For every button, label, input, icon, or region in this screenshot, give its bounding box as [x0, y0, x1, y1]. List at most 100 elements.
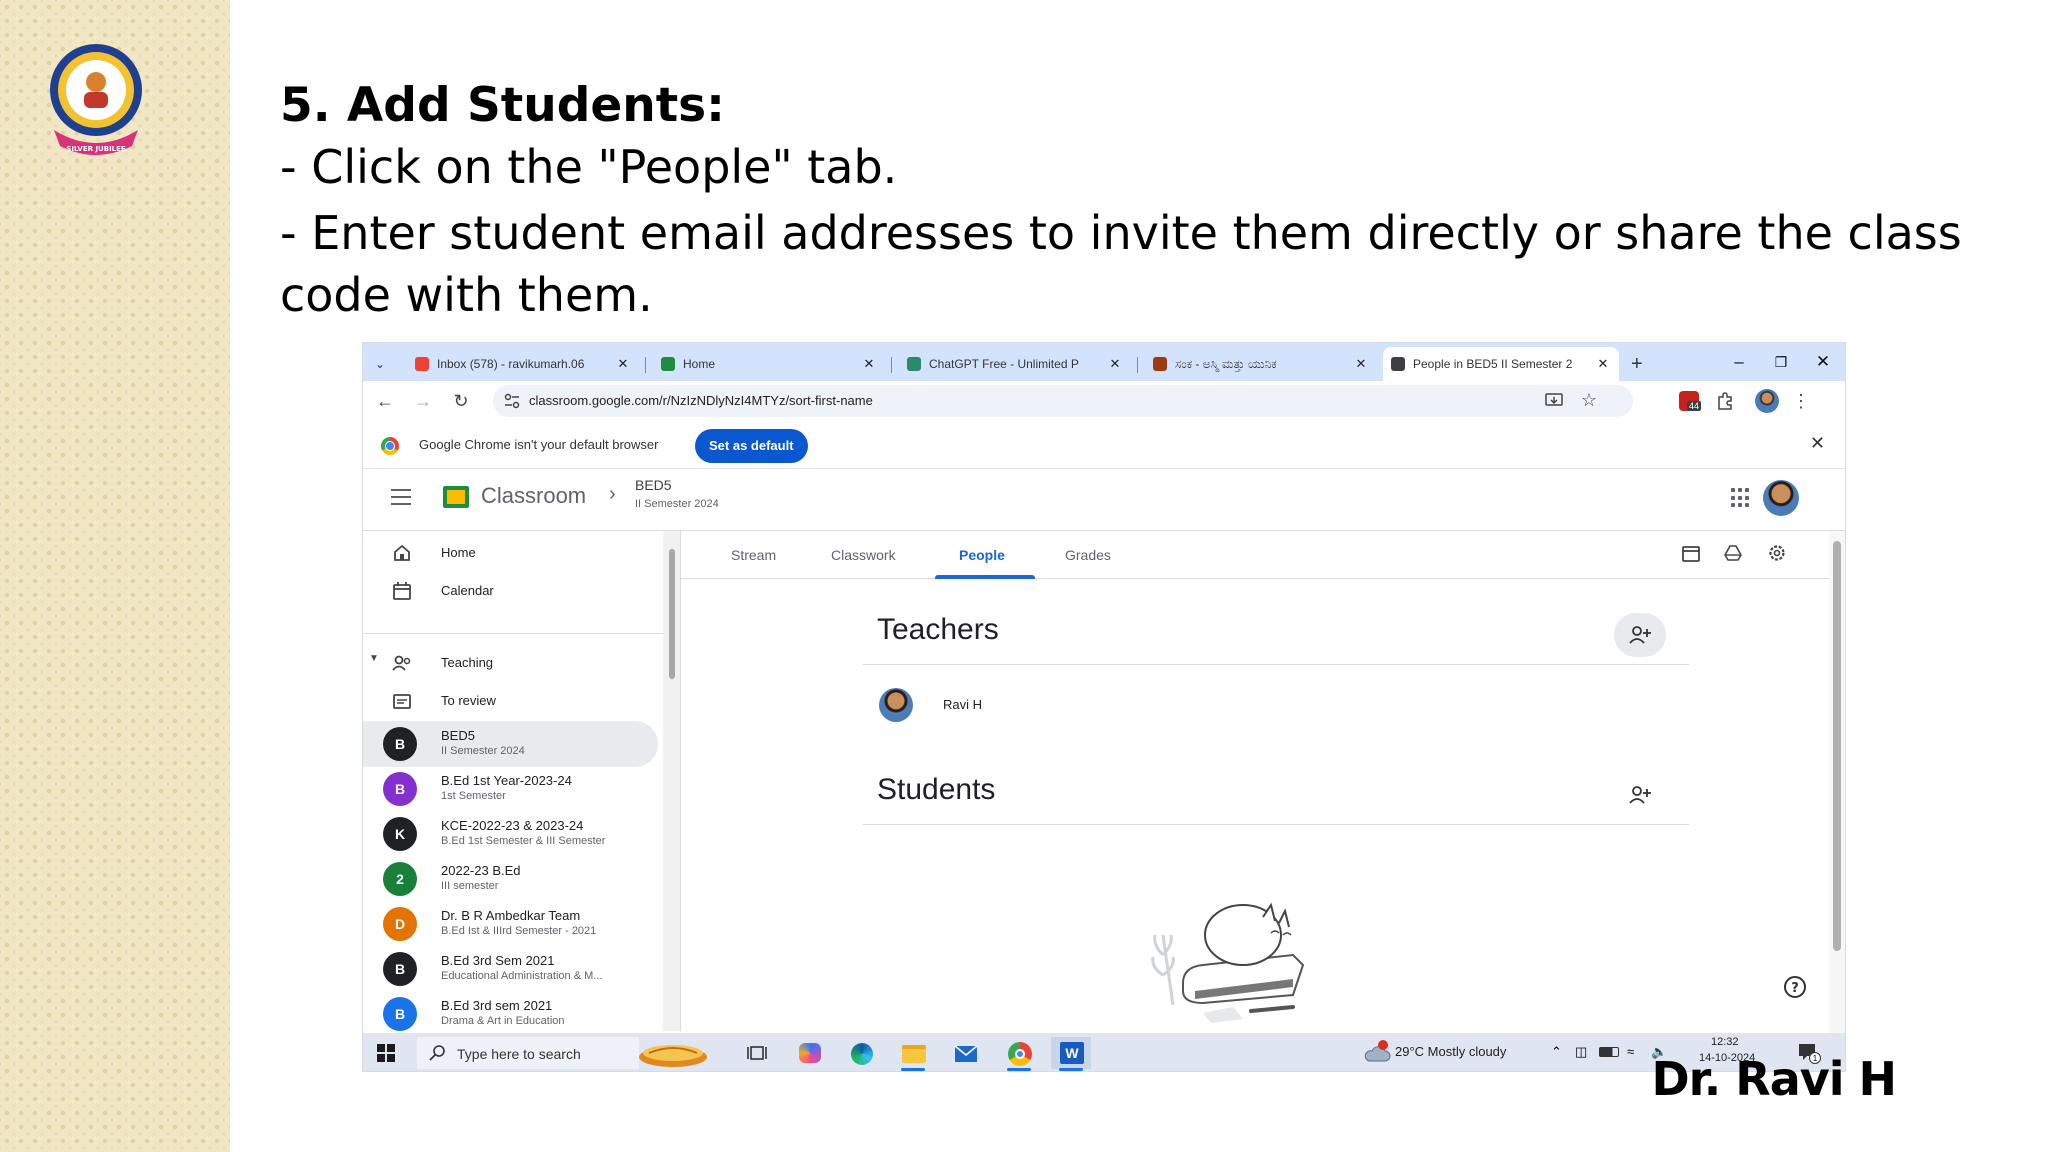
- help-icon[interactable]: ?: [1783, 975, 1807, 999]
- class-avatar: B: [383, 997, 417, 1031]
- breadcrumb-class-section: II Semester 2024: [635, 498, 719, 510]
- extension-icon[interactable]: 44: [1679, 391, 1702, 411]
- search-icon: [429, 1045, 445, 1061]
- settings-gear-icon[interactable]: [1767, 543, 1787, 563]
- calendar-icon[interactable]: [1681, 543, 1701, 563]
- tab-title: ಸಂಕ - ಅಸ್ಮಿ ಮತ್ತು ಯುನಿಕ: [1175, 356, 1277, 371]
- sidebar-class-item[interactable]: B B.Ed 3rd sem 2021 Drama & Art in Educa…: [363, 991, 658, 1031]
- restore-button[interactable]: ❐: [1761, 347, 1801, 377]
- invite-teacher-button[interactable]: [1614, 613, 1666, 657]
- tab-search-button[interactable]: ⌄: [367, 347, 397, 381]
- classroom-logo-icon[interactable]: [443, 486, 469, 508]
- caret-down-icon[interactable]: ▼: [369, 653, 379, 664]
- extensions-puzzle-icon[interactable]: [1715, 391, 1735, 411]
- active-tab-indicator: [935, 575, 1035, 579]
- close-icon[interactable]: ✕: [615, 356, 631, 372]
- forward-button[interactable]: →: [409, 387, 437, 415]
- sidebar-item-to-review[interactable]: To review: [363, 679, 658, 723]
- slide-title: 5. Add Students:: [280, 78, 725, 133]
- account-avatar[interactable]: [1763, 480, 1799, 516]
- tab-separator: [891, 357, 892, 373]
- search-placeholder: Type here to search: [457, 1046, 581, 1062]
- chrome-taskbar-button[interactable]: [999, 1037, 1039, 1071]
- profile-avatar[interactable]: [1755, 389, 1779, 413]
- file-explorer-button[interactable]: [893, 1037, 933, 1071]
- invite-students-button[interactable]: [1614, 773, 1666, 817]
- close-icon[interactable]: ✕: [1810, 433, 1825, 454]
- windows-start-icon[interactable]: [377, 1044, 395, 1062]
- google-apps-icon[interactable]: [1731, 488, 1751, 508]
- battery-icon[interactable]: [1599, 1047, 1619, 1057]
- tab-title: Home: [683, 357, 716, 371]
- breadcrumb-class-name[interactable]: BED5: [635, 477, 672, 493]
- task-view-button[interactable]: [737, 1037, 777, 1069]
- sidebar-class-item[interactable]: D Dr. B R Ambedkar Team B.Ed Ist & IIIrd…: [363, 901, 658, 947]
- close-icon[interactable]: ✕: [1107, 356, 1123, 372]
- browser-tab[interactable]: Home ✕: [653, 347, 885, 381]
- word-taskbar-button[interactable]: W: [1051, 1037, 1091, 1071]
- browser-tab[interactable]: ಸಂಕ - ಅಸ್ಮಿ ಮತ್ತು ಯುನಿಕ ✕: [1145, 347, 1377, 381]
- app-name[interactable]: Classroom: [481, 483, 586, 509]
- tab-classwork[interactable]: Classwork: [831, 547, 896, 563]
- edge-button[interactable]: [841, 1037, 881, 1069]
- weather-text[interactable]: 29°C Mostly cloudy: [1395, 1044, 1506, 1059]
- chatgpt-icon: [907, 357, 921, 371]
- class-title: KCE-2022-23 & 2023-24: [441, 818, 584, 833]
- tab-title: ChatGPT Free - Unlimited P: [929, 357, 1079, 371]
- close-icon[interactable]: ✕: [1595, 356, 1611, 372]
- tab-stream[interactable]: Stream: [731, 547, 776, 563]
- sidebar-class-item[interactable]: 2 2022-23 B.Ed III semester: [363, 856, 658, 902]
- sidebar-scrollbar[interactable]: [663, 531, 681, 1031]
- screenshot-browser-window: ⌄ Inbox (578) - ravikumarh.06 ✕ Home ✕ C…: [362, 342, 1846, 1072]
- taskbar-search-input[interactable]: Type here to search: [417, 1037, 639, 1069]
- browser-menu-icon[interactable]: ⋮: [1791, 389, 1811, 413]
- mail-icon: [954, 1045, 978, 1062]
- scrollbar-thumb[interactable]: [1833, 541, 1841, 951]
- tab-title: Inbox (578) - ravikumarh.06: [437, 357, 585, 371]
- minimize-button[interactable]: –: [1719, 347, 1759, 377]
- close-window-button[interactable]: ✕: [1803, 347, 1843, 377]
- site-settings-icon[interactable]: [503, 392, 521, 410]
- sidebar-class-item[interactable]: B B.Ed 3rd Sem 2021 Educational Administ…: [363, 946, 658, 992]
- clock-time[interactable]: 12:32: [1711, 1036, 1739, 1048]
- back-button[interactable]: ←: [371, 387, 399, 415]
- class-avatar: 2: [383, 862, 417, 896]
- reload-button[interactable]: ↻: [447, 387, 475, 415]
- class-title: BED5: [441, 728, 475, 743]
- class-subtitle: Drama & Art in Education: [441, 1015, 565, 1027]
- menu-icon[interactable]: [391, 489, 411, 505]
- sidebar-item-calendar[interactable]: Calendar: [363, 569, 658, 613]
- sidebar-class-item[interactable]: K KCE-2022-23 & 2023-24 B.Ed 1st Semeste…: [363, 811, 658, 857]
- scrollbar-thumb[interactable]: [669, 549, 675, 679]
- meet-now-icon[interactable]: ◫: [1575, 1044, 1591, 1060]
- sidebar-class-item[interactable]: B B.Ed 1st Year-2023-24 1st Semester: [363, 766, 658, 812]
- drive-icon[interactable]: [1723, 543, 1743, 563]
- close-icon[interactable]: ✕: [1353, 356, 1369, 372]
- classroom-icon: [661, 357, 675, 371]
- main-scrollbar[interactable]: [1829, 531, 1845, 1071]
- mail-button[interactable]: [945, 1037, 985, 1069]
- tab-people[interactable]: People: [959, 547, 1005, 563]
- copilot-button[interactable]: [789, 1037, 829, 1069]
- sidebar-class-item[interactable]: B BED5 II Semester 2024: [363, 721, 658, 767]
- class-avatar: B: [383, 952, 417, 986]
- weather-cloud-icon[interactable]: [1363, 1039, 1391, 1065]
- close-icon[interactable]: ✕: [861, 356, 877, 372]
- default-browser-infobar: Google Chrome isn't your default browser…: [363, 421, 1845, 469]
- sidebar-item-label: Teaching: [441, 655, 494, 670]
- set-as-default-button[interactable]: Set as default: [695, 429, 808, 463]
- author-name: Dr. Ravi H: [1651, 1052, 1897, 1106]
- browser-tab[interactable]: Inbox (578) - ravikumarh.06 ✕: [407, 347, 639, 381]
- new-tab-button[interactable]: +: [1623, 347, 1653, 381]
- chevron-right-icon: ›: [609, 483, 616, 505]
- install-app-icon[interactable]: [1545, 393, 1563, 409]
- address-bar[interactable]: classroom.google.com/r/NzIzNDlyNzI4MTYz/…: [493, 385, 1633, 417]
- bookmark-star-icon[interactable]: ☆: [1581, 390, 1597, 411]
- chevron-up-icon[interactable]: ⌃: [1551, 1044, 1567, 1060]
- browser-tab[interactable]: ChatGPT Free - Unlimited P ✕: [899, 347, 1131, 381]
- wifi-icon[interactable]: ≈: [1627, 1044, 1643, 1060]
- browser-tab-active[interactable]: People in BED5 II Semester 2 ✕: [1383, 347, 1619, 381]
- class-avatar: B: [383, 772, 417, 806]
- tab-grades[interactable]: Grades: [1065, 547, 1111, 563]
- restore-icon: ❐: [1774, 354, 1788, 370]
